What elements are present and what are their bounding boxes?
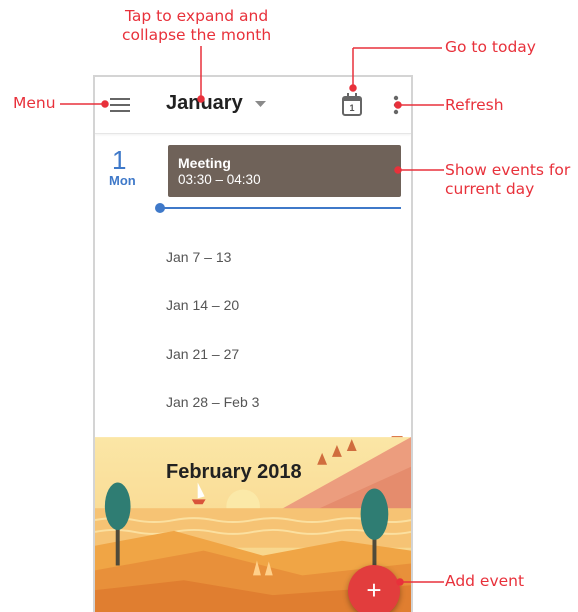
callout-go-to-today: Go to today [445,38,536,56]
callout-menu: Menu [13,94,56,112]
callout-show-events: Show events for current day [445,161,571,198]
callout-add-event: Add event [445,572,525,590]
callout-lines [60,46,444,586]
callout-expand-month: Tap to expand and collapse the month [122,7,272,44]
callout-refresh: Refresh [445,96,504,114]
